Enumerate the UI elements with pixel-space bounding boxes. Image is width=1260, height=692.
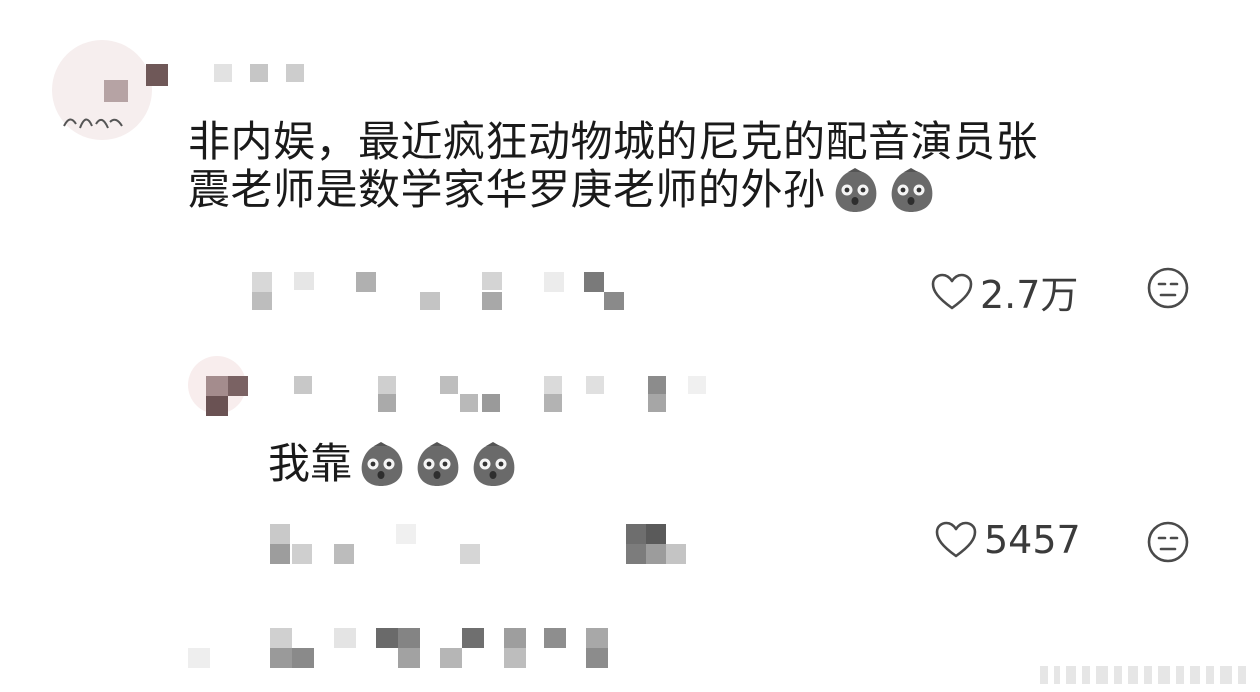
neutral-face-icon[interactable] [1146, 266, 1190, 310]
reply-like-count: 5457 [984, 518, 1081, 562]
heart-icon [931, 273, 973, 309]
reply-like-button[interactable]: 5457 [934, 518, 1081, 562]
reply-text: 我靠 [268, 440, 520, 488]
more-replies-row[interactable] [188, 624, 648, 672]
comment-text: 非内娱，最近疯狂动物城的尼克的配音演员张 震老师是数学家华罗庚老师的外孙 [188, 118, 1218, 214]
reply-text-content: 我靠 [268, 439, 353, 488]
heart-icon [935, 521, 977, 558]
shocked-face-sticker-icon [417, 442, 459, 486]
reply-meta [270, 520, 720, 568]
neutral-face-icon[interactable] [1146, 520, 1190, 564]
comment-meta [190, 268, 640, 316]
comment-like-count: 2.7万 [980, 273, 1079, 317]
shocked-face-sticker-icon [835, 168, 876, 212]
reply-author-avatar[interactable] [188, 356, 252, 418]
reply-author-name[interactable] [268, 374, 768, 418]
shocked-face-sticker-icon [891, 168, 932, 212]
comment-text-line-2: 震老师是数学家华罗庚老师的外孙 [188, 165, 826, 214]
comment-author-name[interactable] [190, 64, 320, 84]
comment-author-avatar[interactable] [52, 40, 172, 150]
watermark-logo [1040, 666, 1246, 684]
comment-text-line-1: 非内娱，最近疯狂动物城的尼克的配音演员张 [188, 117, 1039, 166]
shocked-face-sticker-icon [473, 442, 515, 486]
shocked-face-sticker-icon [361, 442, 403, 486]
comment-like-button[interactable]: 2.7万 [930, 264, 1078, 319]
